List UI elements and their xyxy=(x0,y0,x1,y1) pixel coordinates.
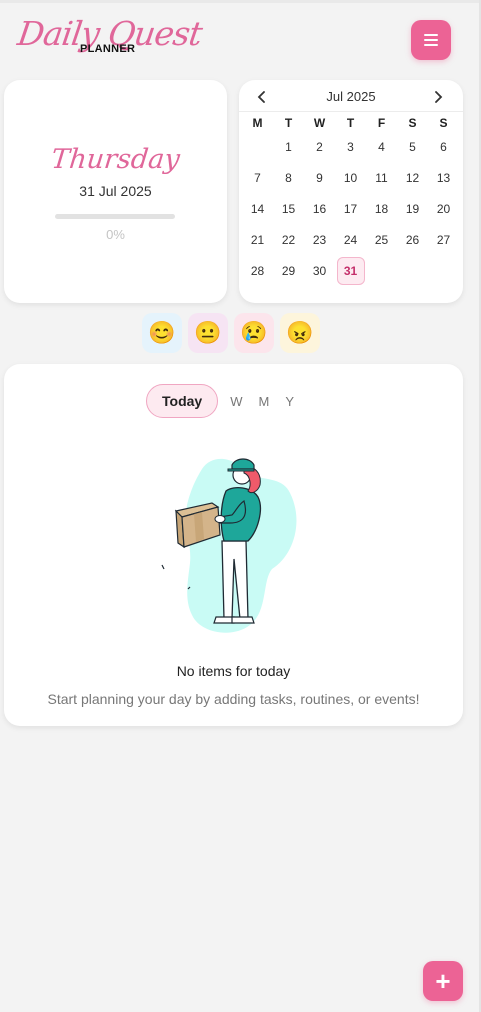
mini-calendar: Jul 2025 M T W T F S S 1 2 3 4 5 6 7 8 9 10 11 12 13 14 15 16 1… xyxy=(239,80,463,303)
empty-state-title: No items for today xyxy=(176,663,291,679)
calendar-day[interactable]: 16 xyxy=(304,193,335,224)
weekday-title: Thursday xyxy=(49,144,182,175)
calendar-day[interactable]: 1 xyxy=(273,131,304,162)
mood-angry-button[interactable]: 😠 xyxy=(280,313,320,353)
add-item-button[interactable]: + xyxy=(423,961,463,1001)
calendar-header: Jul 2025 xyxy=(239,86,463,108)
app-header: Daily Quest PLANNER xyxy=(0,0,481,80)
calendar-empty-cell xyxy=(397,255,428,286)
calendar-day[interactable]: 6 xyxy=(428,131,459,162)
tab-today[interactable]: Today xyxy=(146,384,219,418)
calendar-next-button[interactable] xyxy=(427,86,449,108)
calendar-day[interactable]: 9 xyxy=(304,162,335,193)
calendar-day-selected[interactable]: 31 xyxy=(335,255,366,286)
calendar-day[interactable]: 20 xyxy=(428,193,459,224)
calendar-weekday-label: F xyxy=(377,115,386,130)
calendar-day[interactable]: 3 xyxy=(335,131,366,162)
empty-state-illustration xyxy=(161,458,297,633)
calendar-day[interactable]: 21 xyxy=(242,224,273,255)
empty-state-subtitle: Start planning your day by adding tasks,… xyxy=(47,691,420,707)
calendar-day-label: 31 xyxy=(336,256,365,285)
mood-selector: 😊 😐 😢 😠 xyxy=(142,313,326,355)
day-progress-bar xyxy=(55,214,175,219)
calendar-day[interactable]: 7 xyxy=(242,162,273,193)
calendar-day[interactable]: 2 xyxy=(304,131,335,162)
calendar-weekday-label: W xyxy=(313,115,326,130)
calendar-day[interactable]: 30 xyxy=(304,255,335,286)
calendar-week-row: 21 22 23 24 25 26 27 xyxy=(242,224,460,255)
app-logo[interactable]: Daily Quest PLANNER xyxy=(15,14,204,62)
calendar-weekday-label: T xyxy=(284,115,293,130)
current-date: 31 Jul 2025 xyxy=(79,183,152,199)
calendar-day[interactable]: 28 xyxy=(242,255,273,286)
calendar-empty-cell xyxy=(242,131,273,162)
calendar-week-row: 14 15 16 17 18 19 20 xyxy=(242,193,460,224)
calendar-empty-cell xyxy=(428,255,459,286)
calendar-day[interactable]: 25 xyxy=(366,224,397,255)
tab-m[interactable]: M xyxy=(250,384,277,418)
calendar-weekday-label: M xyxy=(252,115,263,130)
chevron-right-icon xyxy=(435,91,443,103)
calendar-day[interactable]: 19 xyxy=(397,193,428,224)
calendar-empty-cell xyxy=(366,255,397,286)
calendar-weekday-row: MTWTFSS xyxy=(242,114,460,131)
logo-sub-text: PLANNER xyxy=(80,43,136,55)
calendar-day[interactable]: 15 xyxy=(273,193,304,224)
calendar-day[interactable]: 5 xyxy=(397,131,428,162)
calendar-day[interactable]: 26 xyxy=(397,224,428,255)
calendar-day[interactable]: 8 xyxy=(273,162,304,193)
calendar-day[interactable]: 14 xyxy=(242,193,273,224)
mood-neutral-button[interactable]: 😐 xyxy=(188,313,228,353)
calendar-day[interactable]: 18 xyxy=(366,193,397,224)
mood-sad-button[interactable]: 😢 xyxy=(234,313,274,353)
calendar-weekday-label: S xyxy=(439,115,448,130)
view-tabs: Today W M Y xyxy=(146,384,302,418)
calendar-day[interactable]: 12 xyxy=(397,162,428,193)
day-progress-label: 0% xyxy=(106,227,125,242)
calendar-day[interactable]: 23 xyxy=(304,224,335,255)
calendar-day[interactable]: 11 xyxy=(366,162,397,193)
calendar-day[interactable]: 22 xyxy=(273,224,304,255)
menu-button[interactable] xyxy=(411,20,451,60)
calendar-week-row: 7 8 9 10 11 12 13 xyxy=(242,162,460,193)
calendar-day[interactable]: 27 xyxy=(428,224,459,255)
plus-icon: + xyxy=(435,966,451,996)
tab-w[interactable]: W xyxy=(222,384,250,418)
mood-happy-button[interactable]: 😊 xyxy=(142,313,182,353)
tab-y[interactable]: Y xyxy=(277,384,302,418)
calendar-day[interactable]: 17 xyxy=(335,193,366,224)
calendar-day[interactable]: 4 xyxy=(366,131,397,162)
calendar-grid: M T W T F S S 1 2 3 4 5 6 7 8 9 10 11 12 13 14 15 16 17 18 19 20 21… xyxy=(242,114,460,286)
agenda-card: Today W M Y No items for today Start planni xyxy=(4,364,463,726)
day-card: Thursday 31 Jul 2025 0% xyxy=(4,80,227,303)
calendar-divider xyxy=(239,111,463,112)
calendar-day[interactable]: 10 xyxy=(335,162,366,193)
calendar-day[interactable]: 29 xyxy=(273,255,304,286)
calendar-week-row: 123456 xyxy=(242,131,460,162)
calendar-day[interactable]: 24 xyxy=(335,224,366,255)
calendar-week-row: 28 29 30 31 xyxy=(242,255,460,286)
calendar-weekday-label: S xyxy=(408,115,417,130)
calendar-day[interactable]: 13 xyxy=(428,162,459,193)
hamburger-menu-icon xyxy=(424,34,438,36)
calendar-weekday-label: T xyxy=(346,115,355,130)
